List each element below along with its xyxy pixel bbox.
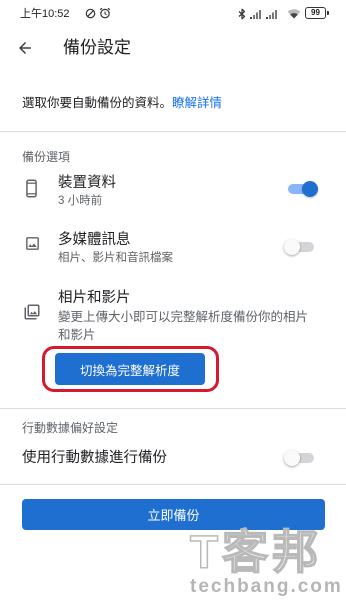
backup-now-button[interactable]: 立即備份 bbox=[22, 499, 325, 530]
alarm-icon bbox=[99, 7, 111, 19]
do-not-disturb-icon bbox=[85, 8, 96, 19]
section-heading-mobile-data: 行動數據偏好設定 bbox=[22, 421, 119, 435]
battery-level: 99 bbox=[311, 8, 320, 17]
intro-description: 選取你要自動備份的資料。 bbox=[22, 96, 173, 110]
toggle-thumb bbox=[284, 450, 300, 466]
setting-row-photos-videos: 相片和影片 變更上傳大小即可以完整解析度備份你的相片和影片 切換為完整解析度 bbox=[0, 285, 346, 397]
bluetooth-icon bbox=[238, 8, 246, 20]
device-data-toggle[interactable] bbox=[284, 180, 320, 198]
setting-description: 變更上傳大小即可以完整解析度備份你的相片和影片 bbox=[58, 310, 309, 342]
setting-subtitle: 相片、影片和音訊檔案 bbox=[58, 252, 173, 264]
mobile-data-toggle[interactable] bbox=[284, 449, 320, 467]
back-button[interactable] bbox=[12, 35, 38, 61]
setting-row-mobile-data[interactable]: 使用行動數據進行備份 bbox=[0, 441, 346, 475]
intro-text: 選取你要自動備份的資料。瞭解詳情 bbox=[22, 95, 222, 111]
setting-title: 裝置資料 bbox=[58, 175, 116, 191]
setting-subtitle: 3 小時前 bbox=[58, 195, 103, 207]
watermark-url: techbang.com bbox=[190, 576, 343, 597]
photo-library-icon bbox=[23, 303, 41, 321]
setting-row-mms[interactable]: 多媒體訊息 相片、影片和音訊檔案 bbox=[0, 227, 346, 271]
page-title: 備份設定 bbox=[63, 38, 131, 57]
watermark-logo: T客邦 bbox=[189, 526, 323, 578]
setting-title: 使用行動數據進行備份 bbox=[22, 450, 167, 466]
toggle-thumb bbox=[302, 181, 318, 197]
mms-toggle[interactable] bbox=[284, 238, 320, 256]
signal-icon bbox=[266, 9, 278, 19]
divider bbox=[0, 484, 346, 485]
phone-icon bbox=[26, 179, 37, 198]
screen: 上午10:52 99 備份設定 選取你要自動備份的資料。瞭解詳情 備份選項 裝置… bbox=[0, 0, 346, 600]
learn-more-link[interactable]: 瞭解詳情 bbox=[172, 96, 222, 110]
switch-full-resolution-button[interactable]: 切換為完整解析度 bbox=[55, 353, 205, 385]
status-bar: 上午10:52 99 bbox=[0, 0, 346, 28]
toggle-thumb bbox=[284, 239, 300, 255]
battery-icon: 99 bbox=[305, 7, 329, 19]
section-heading-backup-options: 備份選項 bbox=[22, 150, 71, 164]
status-time: 上午10:52 bbox=[20, 8, 70, 20]
divider bbox=[0, 408, 346, 409]
setting-row-device-data[interactable]: 裝置資料 3 小時前 bbox=[0, 170, 346, 214]
setting-title: 相片和影片 bbox=[58, 290, 131, 306]
divider bbox=[0, 131, 346, 132]
setting-title: 多媒體訊息 bbox=[58, 232, 131, 248]
wifi-icon bbox=[287, 8, 301, 19]
arrow-back-icon bbox=[16, 39, 34, 57]
signal-icon bbox=[250, 9, 262, 19]
image-icon bbox=[24, 235, 41, 252]
